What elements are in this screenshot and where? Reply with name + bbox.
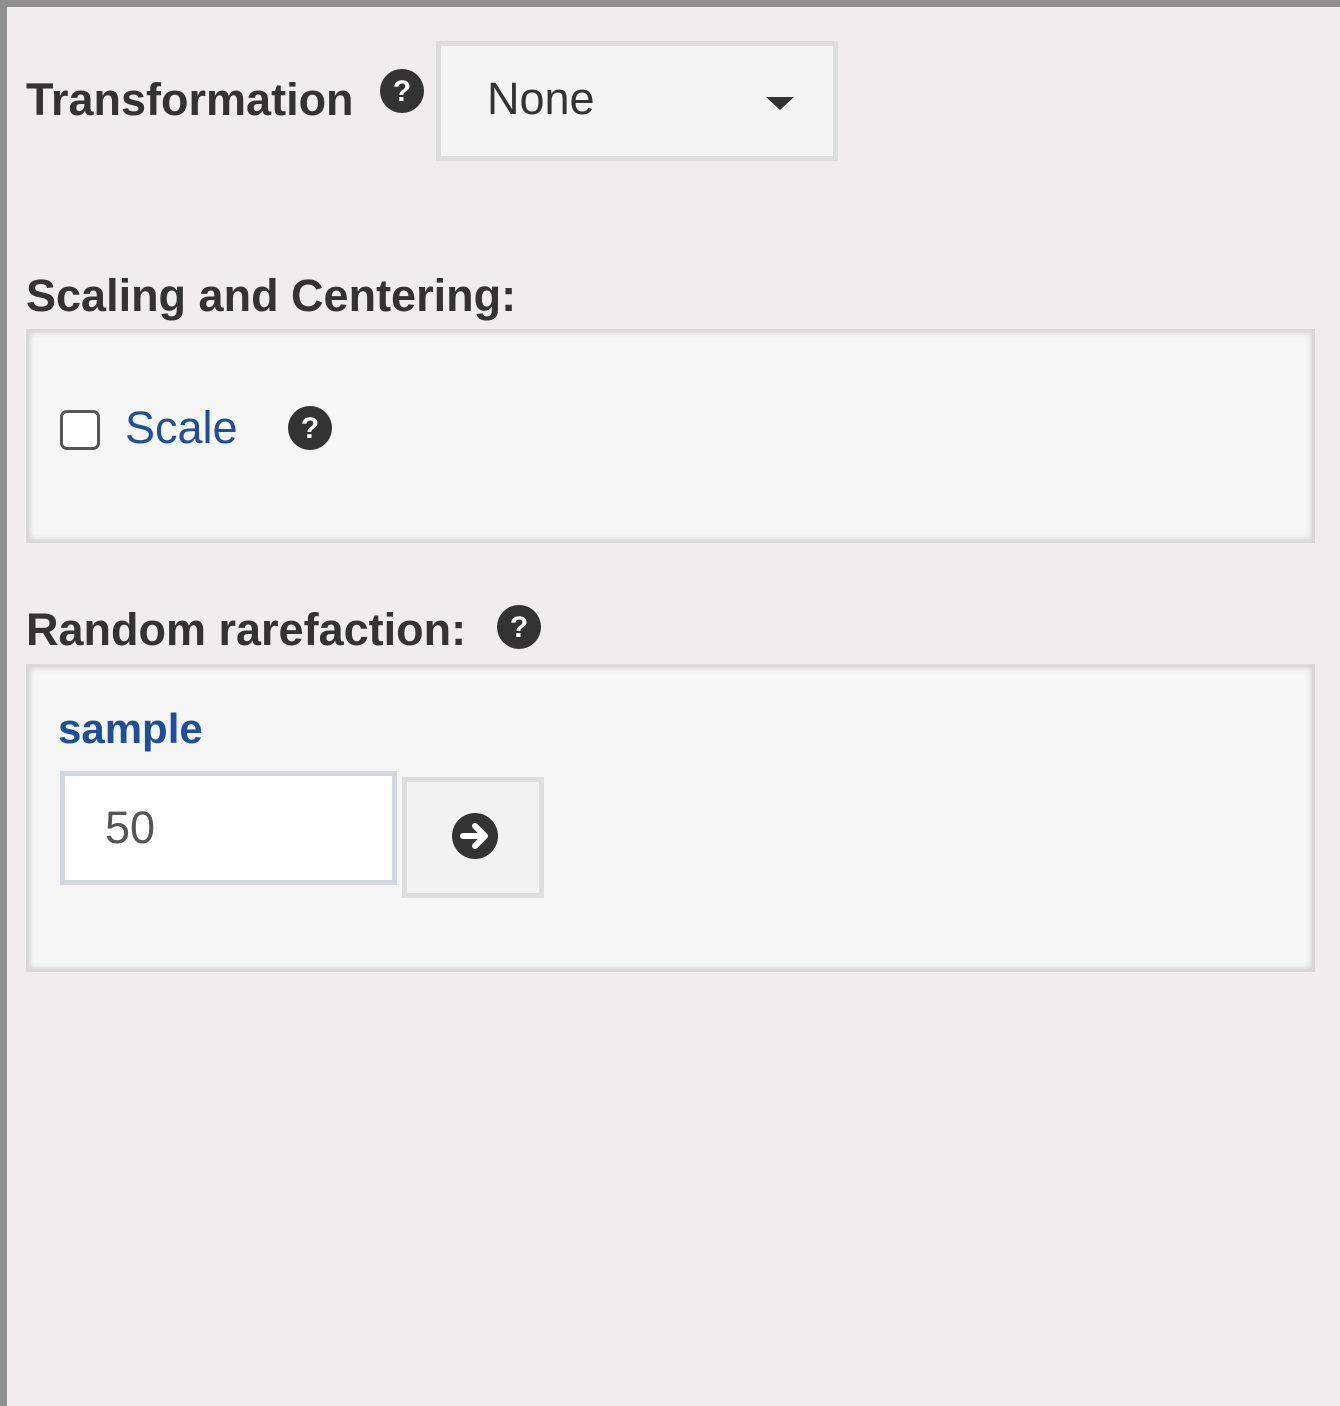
transformation-select[interactable]: None [436,41,838,161]
svg-text:?: ? [301,412,319,445]
transformation-select-value: None [487,73,595,124]
rarefaction-heading: Random rarefaction: [26,604,467,655]
rarefaction-help-icon[interactable]: ? [496,604,542,650]
transformation-label: Transformation [26,74,354,125]
transformation-help-icon[interactable]: ? [379,68,425,114]
sample-input[interactable] [60,771,397,885]
svg-text:?: ? [510,611,528,644]
caret-down-icon [766,97,794,110]
sample-submit-button[interactable] [402,777,544,898]
sample-label: sample [58,705,203,752]
scaling-heading: Scaling and Centering: [26,270,517,321]
scale-checkbox[interactable] [60,410,100,450]
scale-checkbox-label[interactable]: Scale [125,405,238,450]
arrow-circle-right-icon [452,813,498,859]
svg-text:?: ? [393,75,411,108]
scale-help-icon[interactable]: ? [287,405,333,451]
sidebar-panel: Transformation ? None Scaling and Center… [0,0,1340,1406]
